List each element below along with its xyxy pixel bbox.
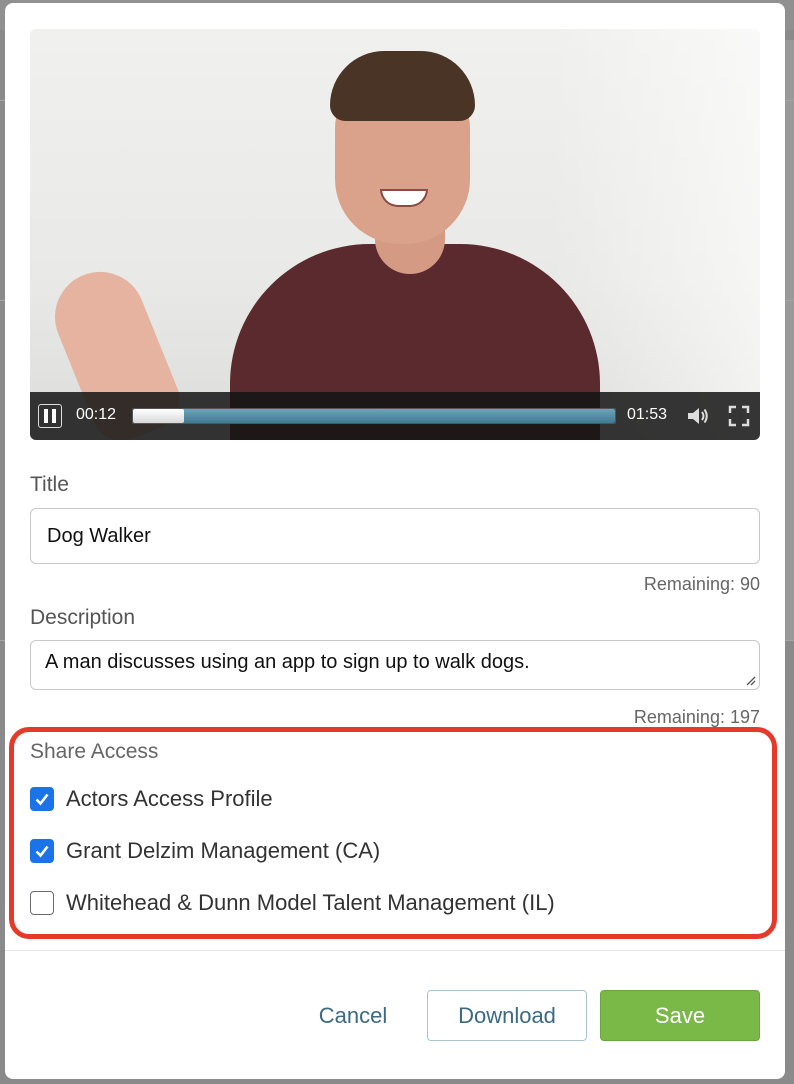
footer-divider: [5, 950, 785, 951]
share-option-whitehead-dunn[interactable]: Whitehead & Dunn Model Talent Management…: [30, 890, 555, 916]
fullscreen-icon: [728, 405, 750, 427]
share-access-label: Share Access: [30, 740, 159, 763]
video-controls: 00:12 01:53: [30, 392, 760, 440]
seek-bar[interactable]: [132, 408, 616, 424]
checkmark-icon: [35, 793, 49, 806]
checkbox-checked[interactable]: [30, 839, 54, 863]
pause-button[interactable]: [38, 404, 62, 428]
speaker-icon: [688, 408, 708, 424]
checkbox-checked[interactable]: [30, 787, 54, 811]
share-option-grant-delzim[interactable]: Grant Delzim Management (CA): [30, 838, 380, 864]
title-input[interactable]: Dog Walker: [30, 508, 760, 564]
description-remaining: Remaining: 197: [633, 707, 760, 727]
pause-icon: [52, 409, 56, 423]
share-option-label: Whitehead & Dunn Model Talent Management…: [66, 890, 555, 915]
description-textarea-value: A man discusses using an app to sign up …: [45, 651, 530, 673]
description-textarea[interactable]: A man discusses using an app to sign up …: [30, 640, 760, 690]
played-bar: [133, 409, 185, 423]
pause-icon: [44, 409, 48, 423]
description-label: Description: [30, 606, 136, 629]
current-time: 00:12: [76, 406, 117, 423]
buffered-bar: [133, 409, 615, 423]
fullscreen-button[interactable]: [728, 405, 750, 427]
title-remaining: Remaining: 90: [643, 574, 760, 594]
checkmark-icon: [35, 845, 49, 858]
video-frame-hair: [330, 51, 475, 121]
total-time: 01:53: [627, 406, 668, 423]
resize-handle-icon[interactable]: [744, 674, 756, 686]
title-label: Title: [30, 473, 69, 496]
title-input-value: Dog Walker: [47, 524, 151, 547]
volume-button[interactable]: [686, 405, 710, 427]
edit-video-modal: 00:12 01:53 Title Dog Walker Remaining: …: [5, 3, 785, 1079]
cancel-button[interactable]: Cancel: [305, 990, 401, 1041]
checkbox-unchecked[interactable]: [30, 891, 54, 915]
share-option-label: Actors Access Profile: [66, 786, 273, 811]
video-player[interactable]: 00:12 01:53: [30, 29, 760, 440]
save-button[interactable]: Save: [600, 990, 760, 1041]
download-button[interactable]: Download: [427, 990, 587, 1041]
share-option-actors-access[interactable]: Actors Access Profile: [30, 786, 273, 812]
share-option-label: Grant Delzim Management (CA): [66, 838, 381, 863]
